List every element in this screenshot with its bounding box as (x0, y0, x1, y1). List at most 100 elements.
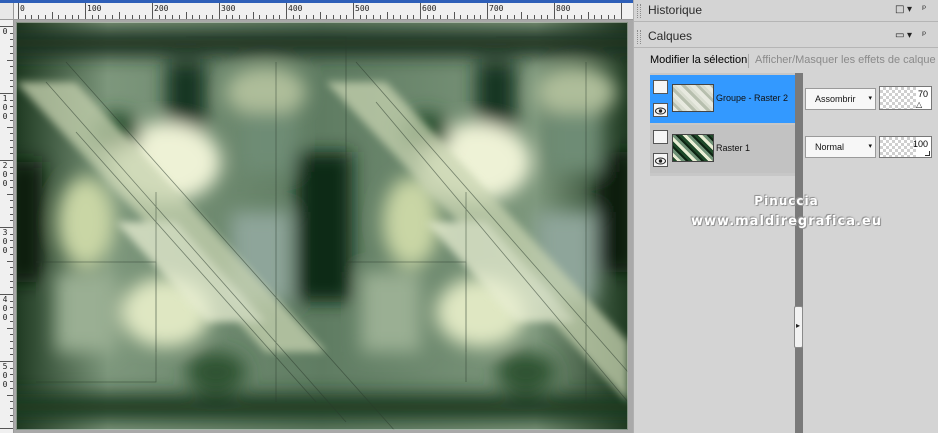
ruler-tick (487, 3, 488, 19)
ruler-tick (165, 15, 167, 19)
ruler-tick (406, 15, 408, 19)
layer-name[interactable]: Groupe - Raster 2 (716, 93, 788, 103)
image-canvas[interactable] (16, 22, 628, 430)
modify-selection-button[interactable]: Modifier la sélection (650, 54, 747, 66)
ruler-tick (239, 15, 241, 19)
layers-list: Groupe - Raster 2 Raster 1 (650, 73, 800, 176)
ruler-tick (393, 15, 395, 19)
layers-toolbar: Modifier la sélection Afficher/Masquer l… (634, 50, 938, 72)
dropdown-arrow-icon[interactable]: ▾ (907, 30, 912, 42)
ruler-tick (507, 15, 509, 19)
ruler-tick (10, 273, 13, 275)
ruler-tick (152, 3, 153, 19)
grip-icon[interactable] (637, 4, 641, 18)
ruler-tick (10, 180, 13, 182)
ruler-tick (426, 15, 428, 19)
ruler-tick (433, 15, 435, 19)
ruler-tick (51, 12, 53, 19)
ruler-tick (326, 15, 328, 19)
layer-name[interactable]: Raster 1 (716, 143, 750, 153)
layer-row-groupe-raster-2[interactable]: Groupe - Raster 2 (650, 75, 796, 123)
ruler-tick (312, 15, 314, 19)
vertical-ruler[interactable]: 0 1 0 0 2 0 0 3 0 0 4 0 0 5 0 0 (0, 20, 14, 433)
toggle-layer-effects-button[interactable]: Afficher/Masquer les effets de calque (755, 54, 936, 66)
ruler-label: 4 0 0 (2, 295, 8, 322)
ruler-tick (10, 79, 13, 81)
ruler-tick (98, 15, 100, 19)
ruler-tick (7, 59, 13, 61)
ruler-tick (7, 126, 13, 128)
grip-icon[interactable] (637, 30, 641, 44)
ruler-tick (10, 381, 13, 383)
ruler-tick (10, 52, 13, 54)
ruler-tick (7, 260, 13, 262)
layer-icon[interactable] (653, 130, 668, 144)
pin-icon[interactable]: ᵖ (922, 30, 926, 42)
ruler-tick (64, 15, 66, 19)
pin-icon[interactable]: ᵖ (922, 4, 926, 16)
eye-icon[interactable] (653, 153, 668, 167)
ruler-tick (10, 300, 13, 302)
ruler-tick (252, 12, 254, 19)
ruler-label: 400 (288, 4, 303, 13)
watermark: Pinuccia www.maldiregrafica.eu (634, 190, 938, 236)
resize-corner-icon (925, 151, 930, 156)
opacity-preview (880, 87, 916, 109)
ruler-tick (158, 15, 160, 19)
slider-thumb-icon[interactable]: △ (916, 100, 922, 109)
calques-panel-header[interactable]: Calques ▭ ▾ ᵖ (634, 26, 938, 48)
blend-mode-select[interactable]: Normal ▾ (805, 136, 876, 158)
ruler-tick (145, 15, 147, 19)
window-icon[interactable]: ▭ (895, 30, 904, 42)
opacity-slider[interactable]: 100 (879, 136, 932, 158)
ruler-tick (366, 15, 368, 19)
ruler-label: 0 (2, 27, 8, 36)
ruler-tick (10, 247, 13, 249)
layer-thumbnail (672, 84, 714, 112)
ruler-tick (10, 334, 13, 336)
ruler-tick (7, 394, 13, 396)
ruler-tick (621, 3, 622, 19)
dropdown-arrow-icon[interactable]: ▾ (907, 4, 912, 16)
ruler-tick (446, 15, 448, 19)
dropdown-arrow-icon: ▾ (868, 95, 872, 102)
window-icon[interactable]: □ (895, 4, 904, 16)
historique-panel-header[interactable]: Historique □ ▾ ᵖ (634, 0, 938, 22)
opacity-value[interactable]: 70 (918, 89, 928, 99)
layer-group-icon[interactable] (653, 80, 668, 94)
ruler-tick (10, 240, 13, 242)
dropdown-arrow-icon: ▾ (868, 143, 872, 150)
ruler-tick (373, 15, 375, 19)
ruler-tick (172, 15, 174, 19)
ruler-tick (466, 15, 468, 19)
ruler-tick (547, 15, 549, 19)
ruler-tick (440, 15, 442, 19)
ruler-tick (71, 15, 73, 19)
ruler-tick (10, 287, 13, 289)
ruler-tick (10, 213, 13, 215)
horizontal-ruler[interactable]: 0 100 200 300 400 500 600 700 800 (14, 3, 633, 20)
ruler-label: 800 (556, 4, 571, 13)
ruler-label: 300 (221, 4, 236, 13)
opacity-slider[interactable]: 70 △ (879, 86, 932, 110)
ruler-tick (31, 15, 33, 19)
ruler-tick (10, 39, 13, 41)
eye-icon[interactable] (653, 103, 668, 117)
ruler-tick (131, 15, 133, 19)
blend-mode-select[interactable]: Assombrir ▾ (805, 88, 876, 110)
ruler-tick (18, 3, 19, 19)
ruler-tick (560, 15, 562, 19)
ruler-tick (533, 15, 535, 19)
opacity-value[interactable]: 100 (913, 139, 928, 149)
ruler-tick (587, 12, 589, 19)
ruler-tick (10, 99, 13, 101)
ruler-tick (10, 374, 13, 376)
ruler-tick (594, 15, 596, 19)
ruler-tick (118, 12, 120, 19)
ruler-tick (10, 354, 13, 356)
ruler-tick (138, 15, 140, 19)
splitter-handle[interactable]: ▸ (794, 306, 803, 348)
layer-row-raster-1[interactable]: Raster 1 (650, 125, 796, 173)
ruler-tick (10, 32, 13, 34)
panel-splitter[interactable] (795, 73, 803, 433)
